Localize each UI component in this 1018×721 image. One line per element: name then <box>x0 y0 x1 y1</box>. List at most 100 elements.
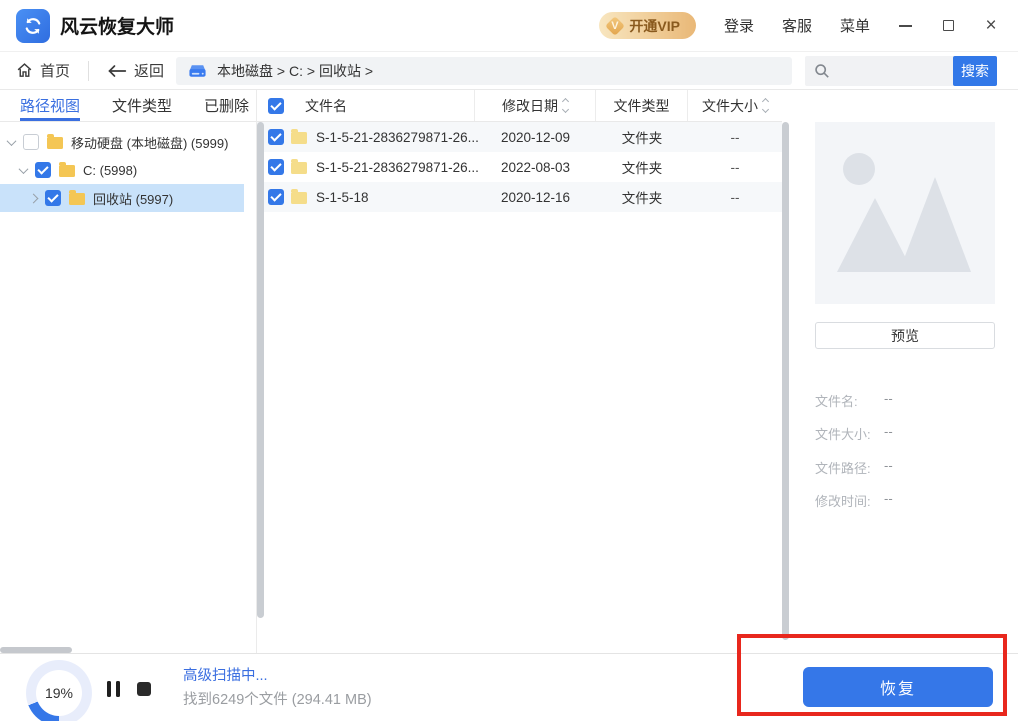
sidebar: 路径视图 文件类型 已删除 移动硬盘 (本地磁盘) (5999) C: (599… <box>0 90 256 653</box>
search-button[interactable]: 搜索 <box>953 56 997 86</box>
sort-icon[interactable] <box>563 99 568 112</box>
sort-icon[interactable] <box>763 99 768 112</box>
customer-service-button[interactable]: 客服 <box>782 15 812 36</box>
file-date: 2020-12-16 <box>475 190 596 205</box>
tree-item-label: 回收站 (5997) <box>93 189 173 208</box>
chevron-down-icon[interactable] <box>7 136 17 146</box>
title-bar: 风云恢复大师 开通VIP 登录 客服 菜单 × <box>0 0 1018 52</box>
preview-placeholder <box>815 122 995 304</box>
select-all-checkbox[interactable] <box>268 98 284 114</box>
table-row[interactable]: S-1-5-21-2836279871-26... 2022-08-03 文件夹… <box>256 152 782 182</box>
home-button[interactable]: 首页 <box>16 60 70 81</box>
search-bar: 搜索 <box>805 56 997 86</box>
row-checkbox[interactable] <box>268 189 284 205</box>
toolbar-divider <box>88 61 89 81</box>
sidebar-scrollbar[interactable] <box>257 122 264 618</box>
sidebar-tabs: 路径视图 文件类型 已删除 <box>0 90 256 122</box>
column-header-date[interactable]: 修改日期 <box>475 90 596 121</box>
tree-item-removable-disk[interactable]: 移动硬盘 (本地磁盘) (5999) <box>0 128 256 156</box>
folder-icon <box>59 165 75 177</box>
tree-item-label: 移动硬盘 (本地磁盘) (5999) <box>71 133 228 152</box>
file-type: 文件夹 <box>596 127 688 147</box>
preview-button[interactable]: 预览 <box>815 322 995 349</box>
close-button[interactable]: × <box>980 15 1002 37</box>
login-button[interactable]: 登录 <box>724 15 754 36</box>
folder-icon <box>291 192 307 204</box>
app-title: 风云恢复大师 <box>60 12 174 39</box>
chevron-down-icon[interactable] <box>19 164 29 174</box>
menu-button[interactable]: 菜单 <box>840 15 870 36</box>
column-label: 文件类型 <box>614 96 670 116</box>
vip-label: 开通VIP <box>629 16 680 36</box>
file-name: S-1-5-21-2836279871-26... <box>316 160 479 175</box>
file-size: -- <box>688 190 782 205</box>
tree-item-recycle-bin[interactable]: 回收站 (5997) <box>0 184 244 212</box>
file-size: -- <box>688 130 782 145</box>
info-label: 文件路径: <box>815 458 884 477</box>
minimize-button[interactable] <box>894 15 916 37</box>
stop-button[interactable] <box>137 682 151 696</box>
app-logo-icon <box>16 9 50 43</box>
close-icon: × <box>985 16 996 35</box>
table-header: 文件名 修改日期 文件类型 文件大小 <box>256 90 782 122</box>
minimize-icon <box>899 25 912 27</box>
table-scrollbar[interactable] <box>782 122 789 640</box>
breadcrumb-path: 本地磁盘 > C: > 回收站 > <box>217 61 373 81</box>
column-label: 文件名 <box>305 96 347 116</box>
info-value: -- <box>884 391 893 410</box>
row-checkbox[interactable] <box>268 129 284 145</box>
scan-progress-ring: 19% <box>26 660 92 721</box>
image-placeholder-icon <box>815 122 995 304</box>
navigation-toolbar: 首页 返回 本地磁盘 > C: > 回收站 > 搜索 <box>0 52 1018 90</box>
info-label: 文件名: <box>815 391 884 410</box>
file-table: 文件名 修改日期 文件类型 文件大小 S-1-5-21-2836279871-2… <box>256 90 782 653</box>
tab-deleted[interactable]: 已删除 <box>204 90 249 121</box>
tab-path-view[interactable]: 路径视图 <box>20 90 80 121</box>
home-icon <box>16 62 33 79</box>
status-bar: 19% 高级扫描中... 找到6249个文件 (294.41 MB) 恢复 <box>0 653 1018 721</box>
checkbox-unchecked[interactable] <box>23 134 39 150</box>
file-name: S-1-5-18 <box>316 190 369 205</box>
column-label: 文件大小 <box>702 96 758 116</box>
folder-icon <box>291 132 307 144</box>
file-info-row: 文件路径: -- <box>815 458 893 477</box>
folder-icon <box>69 193 85 205</box>
info-label: 修改时间: <box>815 491 884 510</box>
checkbox-checked[interactable] <box>35 162 51 178</box>
folder-tree: 移动硬盘 (本地磁盘) (5999) C: (5998) 回收站 (5997) <box>0 122 256 212</box>
info-label: 文件大小: <box>815 424 884 443</box>
file-size: -- <box>688 160 782 175</box>
search-input[interactable] <box>836 64 953 79</box>
back-button[interactable]: 返回 <box>107 60 164 81</box>
search-icon <box>814 63 830 79</box>
folder-icon <box>291 162 307 174</box>
table-row[interactable]: S-1-5-18 2020-12-16 文件夹 -- <box>256 182 782 212</box>
file-name: S-1-5-21-2836279871-26... <box>316 130 479 145</box>
file-date: 2020-12-09 <box>475 130 596 145</box>
recover-button[interactable]: 恢复 <box>803 667 993 707</box>
file-type: 文件夹 <box>596 157 688 177</box>
maximize-icon <box>943 20 954 31</box>
app-window: 风云恢复大师 开通VIP 登录 客服 菜单 × 首页 返回 <box>0 0 1018 721</box>
breadcrumb[interactable]: 本地磁盘 > C: > 回收站 > <box>176 57 792 85</box>
disk-icon <box>188 63 207 79</box>
pause-button[interactable] <box>107 681 123 697</box>
info-value: -- <box>884 458 893 477</box>
row-checkbox[interactable] <box>268 159 284 175</box>
window-controls: × <box>894 15 1002 37</box>
vip-button[interactable]: 开通VIP <box>599 12 696 39</box>
tab-file-type[interactable]: 文件类型 <box>112 90 172 121</box>
chevron-right-icon[interactable] <box>29 193 39 203</box>
scan-found-text: 找到6249个文件 (294.41 MB) <box>183 688 372 709</box>
maximize-button[interactable] <box>937 15 959 37</box>
column-header-name[interactable]: 文件名 <box>256 90 475 121</box>
file-info-row: 文件大小: -- <box>815 424 893 443</box>
column-header-type[interactable]: 文件类型 <box>596 90 688 121</box>
file-date: 2022-08-03 <box>475 160 596 175</box>
vip-v-icon <box>605 16 624 35</box>
column-header-size[interactable]: 文件大小 <box>688 90 782 121</box>
checkbox-checked[interactable] <box>45 190 61 206</box>
table-row[interactable]: S-1-5-21-2836279871-26... 2020-12-09 文件夹… <box>256 122 782 152</box>
tree-item-c-drive[interactable]: C: (5998) <box>0 156 256 184</box>
file-info-row: 修改时间: -- <box>815 491 893 510</box>
